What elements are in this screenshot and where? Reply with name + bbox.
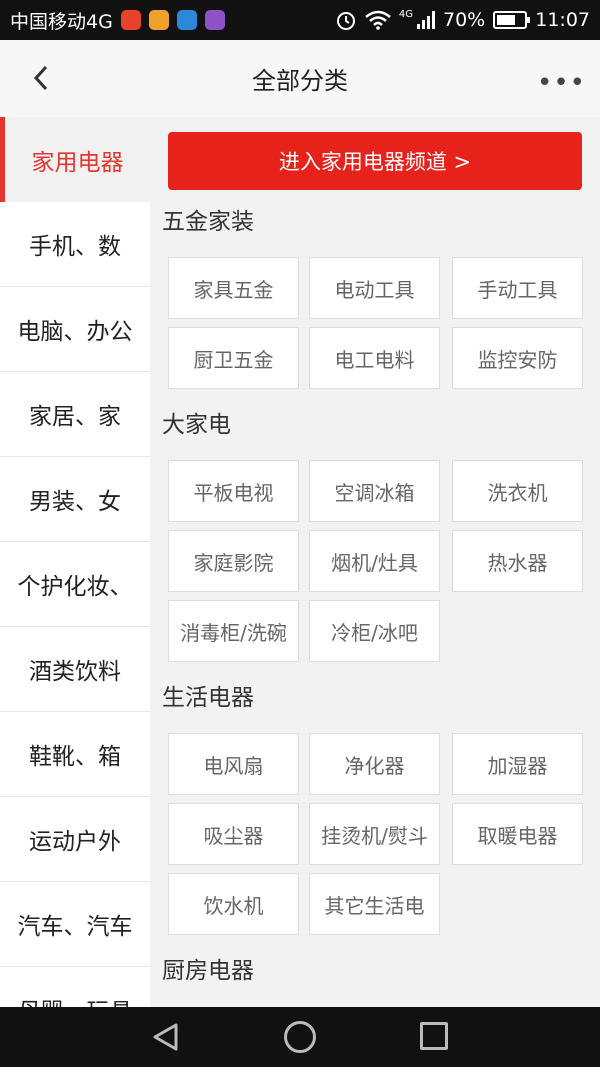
more-options-icon[interactable]: •••	[537, 68, 586, 98]
wifi-icon	[365, 10, 391, 30]
subcategory-chip[interactable]: 电工电料	[309, 327, 440, 389]
subcategory-chip[interactable]: 手动工具	[452, 257, 583, 319]
battery-icon	[493, 11, 531, 29]
battery-percent: 70%	[443, 9, 486, 31]
enter-channel-button[interactable]: 进入家用电器频道 >	[168, 132, 582, 190]
subcategory-chip[interactable]: 其它生活电	[309, 873, 440, 935]
subcategory-chip[interactable]: 平板电视	[168, 460, 299, 522]
sidebar-item[interactable]: 电脑、办公	[0, 287, 150, 372]
sidebar-item[interactable]: 汽车、汽车	[0, 882, 150, 967]
subcategory-chip[interactable]: 吸尘器	[168, 803, 299, 865]
sidebar-item[interactable]: 家用电器	[0, 117, 150, 202]
subcategory-chip[interactable]: 净化器	[309, 733, 440, 795]
section-title: 生活电器	[162, 685, 254, 711]
signal-icon	[417, 11, 435, 29]
sidebar-item[interactable]: 酒类饮料	[0, 627, 150, 712]
clock: 11:07	[535, 9, 590, 31]
system-nav-bar	[0, 1007, 600, 1067]
subcategory-chip[interactable]: 厨卫五金	[168, 327, 299, 389]
page-title: 全部分类	[252, 67, 348, 95]
sidebar-item[interactable]: 母婴、玩具	[0, 967, 150, 1007]
sidebar-item[interactable]: 手机、数	[0, 202, 150, 287]
subcategory-chip[interactable]: 电动工具	[309, 257, 440, 319]
status-bar: 中国移动4G 4G 70% 11:07	[0, 0, 600, 40]
sidebar-item[interactable]: 家居、家	[0, 372, 150, 457]
section-title: 大家电	[162, 412, 231, 438]
nav-back-icon[interactable]	[151, 1022, 181, 1052]
sidebar-item[interactable]: 男装、女	[0, 457, 150, 542]
app-icon-orange	[148, 10, 169, 30]
sidebar-item[interactable]: 个护化妆、	[0, 542, 150, 627]
nav-home-icon[interactable]	[284, 1021, 316, 1053]
subcategory-chip[interactable]: 电风扇	[168, 733, 299, 795]
subcategory-chip[interactable]: 空调冰箱	[309, 460, 440, 522]
subcategory-chip[interactable]: 取暖电器	[452, 803, 583, 865]
sidebar-item[interactable]: 鞋靴、箱	[0, 712, 150, 797]
network-type-label: 4G	[398, 8, 413, 20]
sidebar-item[interactable]: 运动户外	[0, 797, 150, 882]
subcategory-chip[interactable]: 家庭影院	[168, 530, 299, 592]
subcategory-chip[interactable]: 洗衣机	[452, 460, 583, 522]
subcategory-chip[interactable]: 热水器	[452, 530, 583, 592]
back-icon[interactable]	[28, 64, 56, 92]
top-header: 全部分类 •••	[0, 40, 600, 117]
app-icon-purple	[204, 10, 225, 30]
carrier-label: 中国移动4G	[10, 10, 113, 33]
subcategory-chip[interactable]: 烟机/灶具	[309, 530, 440, 592]
subcategory-chip[interactable]: 加湿器	[452, 733, 583, 795]
subcategory-chip[interactable]: 监控安防	[452, 327, 583, 389]
section-title: 五金家装	[162, 209, 254, 235]
subcategory-chip[interactable]: 消毒柜/洗碗	[168, 600, 299, 662]
app-icon-blue	[176, 10, 197, 30]
subcategory-chip[interactable]: 挂烫机/熨斗	[309, 803, 440, 865]
subcategory-chip[interactable]: 家具五金	[168, 257, 299, 319]
section-title: 厨房电器	[162, 958, 254, 984]
category-sidebar: 家用电器 手机、数 电脑、办公 家居、家 男装、女 个护化妆、 酒类饮料 鞋靴、箱 运动户外 汽车…	[0, 117, 150, 1007]
alarm-icon	[336, 12, 355, 30]
app-icon-red	[120, 10, 141, 30]
subcategory-chip[interactable]: 饮水机	[168, 873, 299, 935]
nav-recents-icon[interactable]	[420, 1022, 448, 1050]
subcategory-panel: 进入家用电器频道 > 五金家装家具五金 电动工具 手动工具厨卫五金 电工电料 监控安防大…	[150, 117, 600, 1007]
subcategory-chip[interactable]: 冷柜/冰吧	[309, 600, 440, 662]
